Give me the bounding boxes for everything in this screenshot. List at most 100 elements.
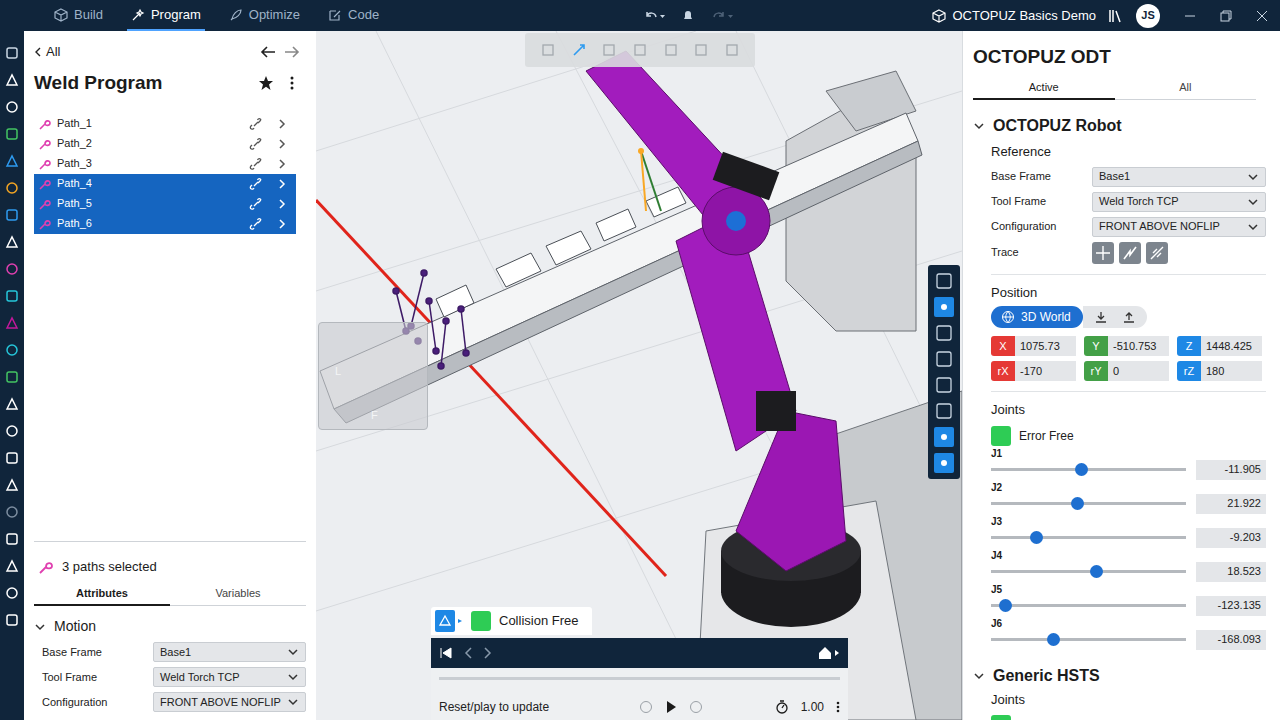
joint-value[interactable]: -11.905 [1196,460,1266,480]
view-cube[interactable]: LF [318,322,428,430]
home-icon[interactable] [818,646,840,660]
expand-chevron-icon[interactable] [276,138,288,150]
mode-tab[interactable]: Code [324,0,383,31]
tool-icon[interactable] [4,502,20,522]
joint-slider[interactable] [991,536,1186,539]
back-link[interactable]: All [34,42,60,62]
field-dropdown[interactable]: FRONT ABOVE NOFLIP [153,692,306,712]
tool-icon[interactable] [4,178,20,198]
collision-check-icon[interactable] [435,610,463,632]
scope-tab[interactable]: Active [973,76,1115,101]
tool-icon[interactable] [4,367,20,387]
link-icon[interactable] [249,118,263,130]
minimize-icon[interactable] [1184,10,1196,22]
path-row[interactable]: Path_6 [34,214,296,234]
view-mode-icon[interactable] [934,297,954,317]
joint-slider[interactable] [991,638,1186,641]
tool-icon[interactable] [4,43,20,63]
mode-tab[interactable]: Build [50,0,107,31]
import-icon[interactable] [1095,311,1107,323]
view-mode-icon[interactable] [934,349,954,369]
path-row[interactable]: Path_3 [34,154,296,174]
section-header[interactable]: OCTOPUZ Robot [963,114,1266,138]
timeline-track[interactable] [439,677,840,680]
field-dropdown[interactable]: Base1 [1092,167,1266,187]
motion-header[interactable]: Motion [34,616,306,637]
trace-path-icon[interactable] [1119,242,1141,264]
coordinate-field[interactable]: Y-510.753 [1084,336,1169,356]
previous-icon[interactable] [463,646,473,660]
rewind-icon[interactable] [639,700,653,714]
tool-icon[interactable] [4,340,20,360]
slider-knob[interactable] [1090,565,1103,578]
coordinate-field[interactable]: rZ180 [1177,361,1262,381]
section-header[interactable]: Generic HSTS [963,664,1266,688]
skip-start-icon[interactable] [439,646,453,660]
more-icon[interactable] [836,701,840,713]
view-mode-icon[interactable] [934,427,954,447]
view-mode-icon[interactable] [934,271,954,291]
view-tool-icon[interactable] [694,43,708,57]
field-dropdown[interactable]: Base1 [153,642,306,662]
joint-slider[interactable] [991,468,1186,471]
tool-icon[interactable] [4,232,20,252]
view-tool-icon[interactable] [664,43,678,57]
slider-knob[interactable] [1030,531,1043,544]
attribute-tab[interactable]: Variables [170,582,306,607]
expand-chevron-icon[interactable] [276,158,288,170]
3d-viewport[interactable]: LFCollision FreeReset/play to update1.00 [316,31,962,720]
joint-slider[interactable] [991,604,1186,607]
tool-icon[interactable] [4,70,20,90]
tool-icon[interactable] [4,529,20,549]
tool-icon[interactable] [4,610,20,630]
undo-icon[interactable] [643,9,665,23]
tool-icon[interactable] [4,286,20,306]
tool-icon[interactable] [4,259,20,279]
link-icon[interactable] [249,178,263,190]
back-arrow-icon[interactable] [260,45,276,59]
path-row[interactable]: Path_2 [34,134,296,154]
view-tool-icon[interactable] [633,43,647,57]
trace-clear-icon[interactable] [1146,242,1168,264]
path-row[interactable]: Path_5 [34,194,296,214]
redo-icon[interactable] [711,9,733,23]
view-mode-icon[interactable] [934,323,954,343]
bell-icon[interactable] [681,9,695,23]
frame-pill[interactable]: 3D World [991,306,1083,328]
tool-icon[interactable] [4,475,20,495]
mode-tab[interactable]: Program [127,0,205,31]
link-icon[interactable] [249,218,263,230]
coordinate-field[interactable]: Z1448.425 [1177,336,1262,356]
close-icon[interactable] [1256,10,1268,22]
more-icon[interactable] [290,76,294,90]
view-tool-icon[interactable] [725,43,739,57]
tool-icon[interactable] [4,421,20,441]
play-icon[interactable] [665,700,677,714]
joint-value[interactable]: -9.203 [1196,528,1266,548]
joint-slider[interactable] [991,502,1186,505]
tool-icon[interactable] [4,97,20,117]
restore-icon[interactable] [1220,10,1232,22]
view-tool-icon[interactable] [602,43,616,57]
view-mode-icon[interactable] [934,401,954,421]
speed-value[interactable]: 1.00 [801,698,824,716]
user-avatar[interactable]: JS [1136,4,1160,28]
forward-icon[interactable] [689,700,703,714]
coordinate-field[interactable]: rX-170 [991,361,1076,381]
expand-chevron-icon[interactable] [276,198,288,210]
link-icon[interactable] [249,138,263,150]
link-icon[interactable] [249,198,263,210]
mode-tab[interactable]: Optimize [225,0,304,31]
link-icon[interactable] [249,158,263,170]
expand-chevron-icon[interactable] [276,218,288,230]
path-row[interactable]: Path_1 [34,114,296,134]
slider-knob[interactable] [999,599,1012,612]
tool-icon[interactable] [4,313,20,333]
view-mode-icon[interactable] [934,375,954,395]
coordinate-field[interactable]: rY0 [1084,361,1169,381]
field-dropdown[interactable]: FRONT ABOVE NOFLIP [1092,217,1266,237]
slider-knob[interactable] [1075,463,1088,476]
star-icon[interactable] [258,75,274,91]
joint-value[interactable]: -123.135 [1196,596,1266,616]
attribute-tab[interactable]: Attributes [34,582,170,607]
